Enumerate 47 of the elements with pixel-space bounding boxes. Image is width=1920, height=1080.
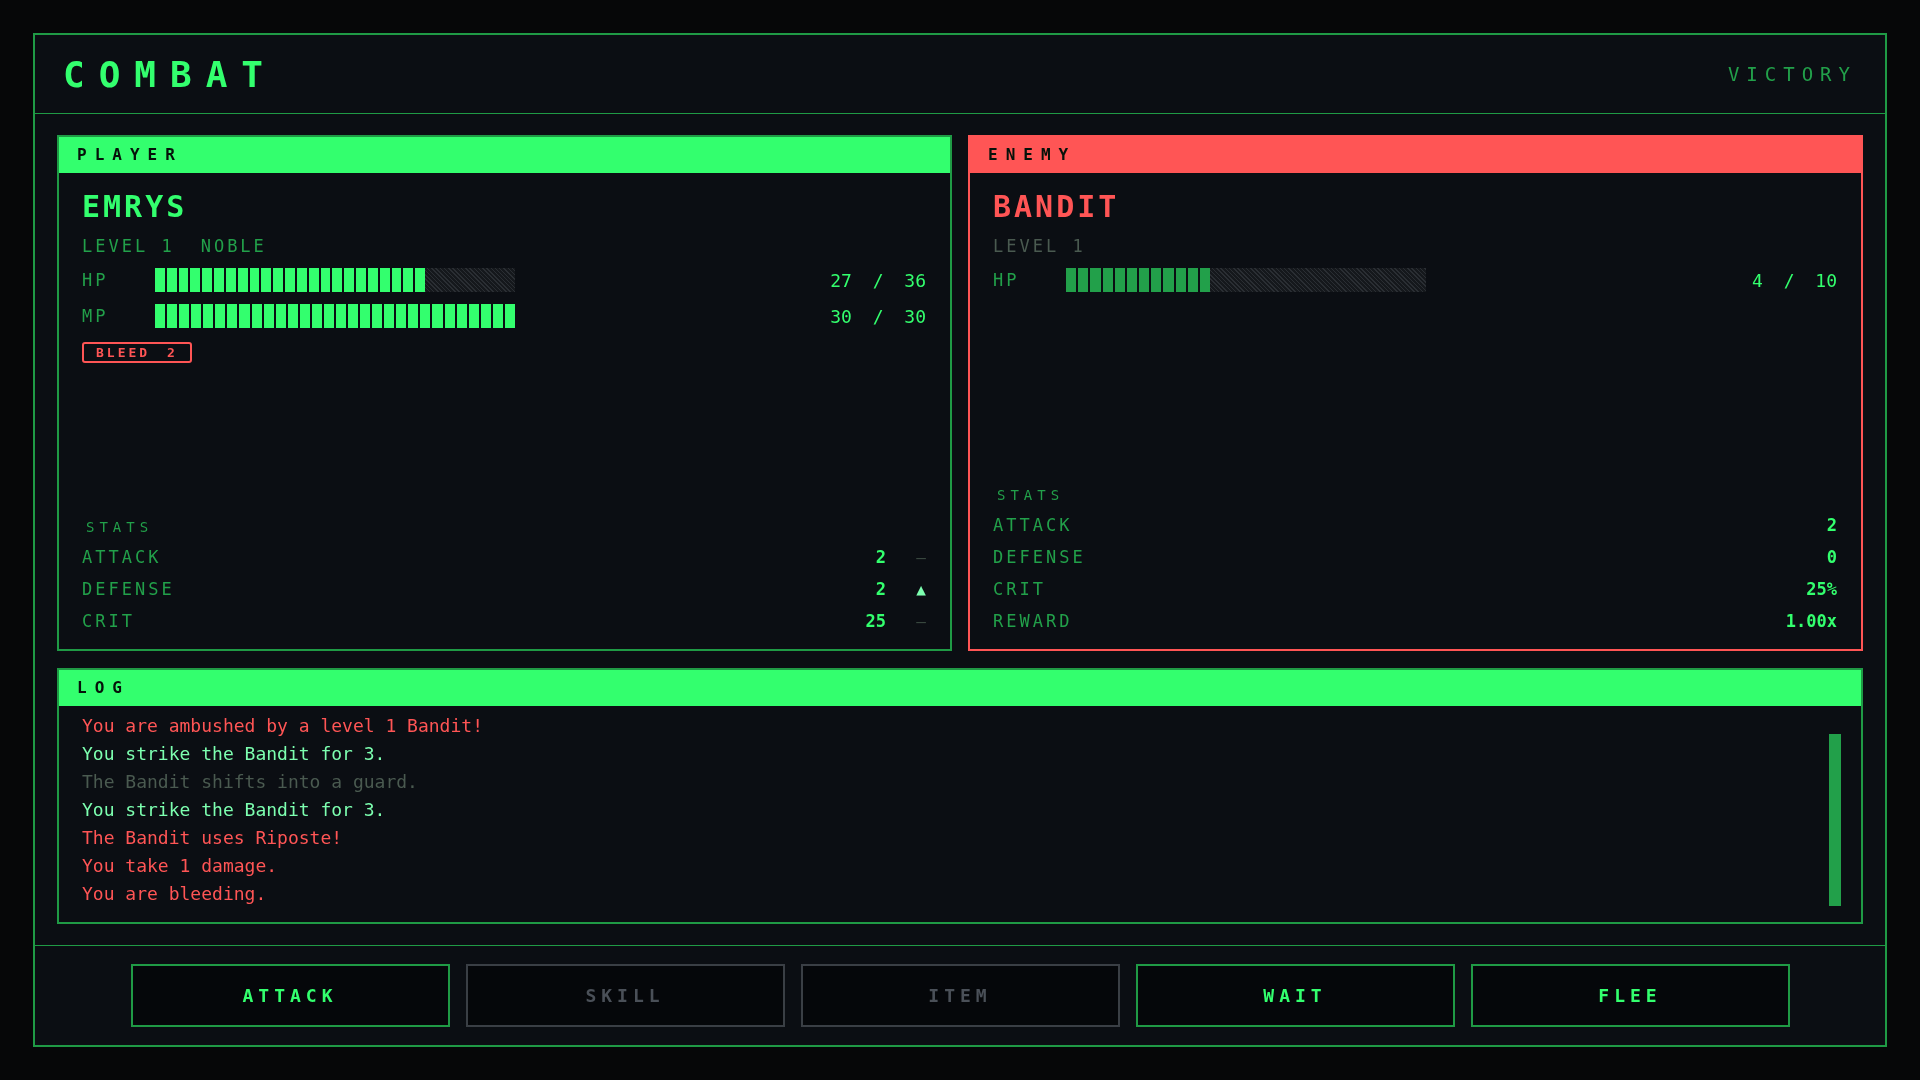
stat-label: CRIT xyxy=(993,579,1047,599)
log-line: You take 1 damage. xyxy=(82,854,278,878)
log-line: The Bandit uses Riposte! xyxy=(82,826,343,850)
stat-value: 25 xyxy=(865,611,886,631)
log-line: You strike the Bandit for 3. xyxy=(82,742,386,766)
stat-label: CRIT xyxy=(82,611,136,631)
bar-label: HP xyxy=(993,270,1021,290)
trend-indicator: — xyxy=(915,547,926,567)
panel-header: ENEMY xyxy=(970,137,1861,173)
action-button[interactable]: ATTACK xyxy=(130,964,450,1027)
screen-title: COMBAT xyxy=(63,53,278,95)
stat-label: DEFENSE xyxy=(82,579,176,599)
bar-reading: 4 / 10 xyxy=(1751,269,1837,291)
stats-heading: STATS xyxy=(86,519,154,535)
stat-label: DEFENSE xyxy=(993,547,1087,567)
stat-label: ATTACK xyxy=(82,547,163,567)
level-label: LEVEL 1 xyxy=(82,236,175,256)
action-button[interactable]: WAIT xyxy=(1135,964,1455,1027)
bar-label: HP xyxy=(82,270,110,290)
bar-reading: 27 / 36 xyxy=(830,269,926,291)
stat-value: 2 xyxy=(1826,515,1837,535)
log-line: The Bandit shifts into a guard. xyxy=(82,770,418,794)
trend-indicator: ▲ xyxy=(915,579,926,599)
status-effect-tag: BLEED 2 xyxy=(82,342,192,363)
level-label: LEVEL 1 xyxy=(993,236,1086,256)
log-line: You strike the Bandit for 3. xyxy=(82,798,386,822)
battle-status: VICTORY xyxy=(1727,63,1857,85)
panel-header: LOG xyxy=(59,670,1861,706)
bar-reading: 30 / 30 xyxy=(830,305,926,327)
stat-label: ATTACK xyxy=(993,515,1074,535)
log-line: You are ambushed by a level 1 Bandit! xyxy=(82,714,483,738)
log-line: You are bleeding. xyxy=(82,882,267,906)
bar-label: MP xyxy=(82,306,110,326)
stats-heading: STATS xyxy=(997,487,1065,503)
stat-label: REWARD xyxy=(993,611,1074,631)
stat-value: 2 xyxy=(875,579,886,599)
character-name: BANDIT xyxy=(993,189,1120,224)
character-name: EMRYS xyxy=(82,189,188,224)
action-button[interactable]: FLEE xyxy=(1470,964,1790,1027)
stat-value: 1.00x xyxy=(1785,611,1837,631)
panel-header: PLAYER xyxy=(59,137,950,173)
class-label: NOBLE xyxy=(200,236,267,256)
stat-value: 0 xyxy=(1826,547,1837,567)
scrollbar[interactable] xyxy=(1829,734,1841,906)
trend-indicator: — xyxy=(915,611,926,631)
stat-value: 2 xyxy=(875,547,886,567)
stat-value: 25% xyxy=(1806,579,1837,599)
